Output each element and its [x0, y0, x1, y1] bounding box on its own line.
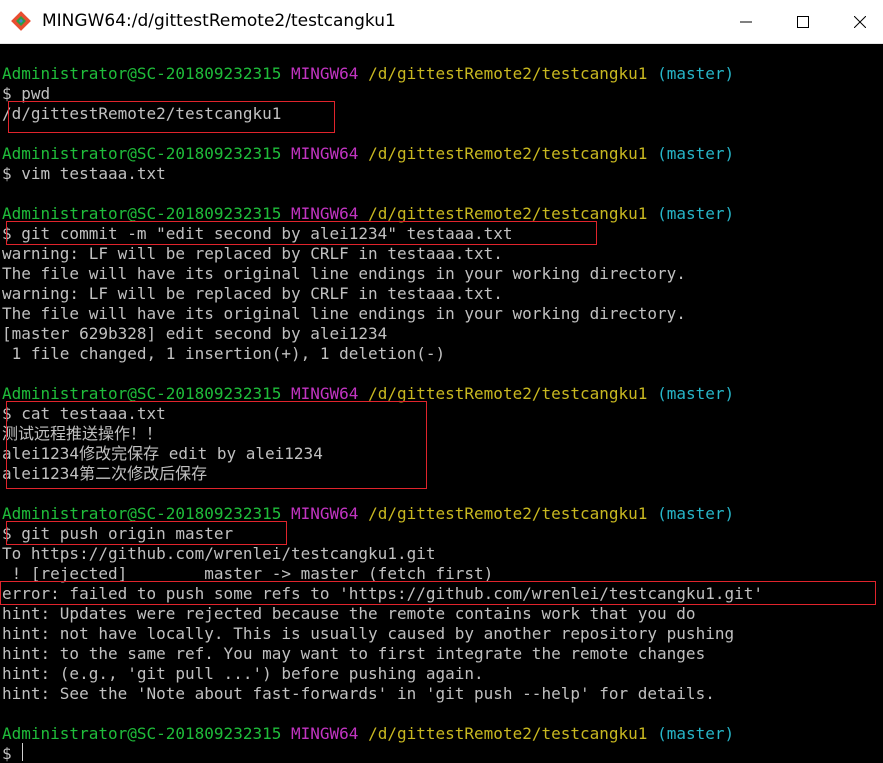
hint-line: hint: See the 'Note about fast-forwards'…: [2, 684, 715, 703]
output-line: The file will have its original line end…: [2, 264, 686, 283]
title-bar[interactable]: MINGW64:/d/gittestRemote2/testcangku1: [0, 0, 883, 44]
command-line: $ cat testaaa.txt: [2, 404, 166, 423]
hint-line: hint: to the same ref. You may want to f…: [2, 644, 706, 663]
hint-line: hint: Updates were rejected because the …: [2, 604, 696, 623]
prompt-line: Administrator@SC-201809232315 MINGW64 /d…: [2, 204, 735, 223]
close-icon: [854, 16, 866, 28]
command-line: $: [2, 744, 22, 763]
command-line: $ vim testaaa.txt: [2, 164, 166, 183]
output-line: 1 file changed, 1 insertion(+), 1 deleti…: [2, 344, 446, 363]
maximize-button[interactable]: [780, 0, 826, 44]
minimize-button[interactable]: [723, 0, 769, 44]
prompt-line: Administrator@SC-201809232315 MINGW64 /d…: [2, 504, 735, 523]
git-diamond-icon: [11, 11, 31, 31]
command-line: $ git commit -m "edit second by alei1234…: [2, 224, 513, 243]
output-line: 测试远程推送操作！！: [2, 424, 163, 443]
error-line: error: failed to push some refs to 'http…: [2, 584, 763, 603]
hint-line: hint: (e.g., 'git pull ...') before push…: [2, 664, 484, 683]
output-line: warning: LF will be replaced by CRLF in …: [2, 244, 503, 263]
output-line: [master 629b328] edit second by alei1234: [2, 324, 388, 343]
output-line: /d/gittestRemote2/testcangku1: [2, 104, 282, 123]
hint-line: hint: not have locally. This is usually …: [2, 624, 735, 643]
output-line: warning: LF will be replaced by CRLF in …: [2, 284, 503, 303]
minimize-icon: [740, 21, 752, 23]
prompt-line: Administrator@SC-201809232315 MINGW64 /d…: [2, 724, 735, 743]
output-line: alei1234修改完保存 edit by alei1234: [2, 444, 323, 463]
output-line: To https://github.com/wrenlei/testcangku…: [2, 544, 436, 563]
command-line: $ git push origin master: [2, 524, 234, 543]
close-button[interactable]: [837, 0, 883, 44]
text-cursor: [22, 743, 23, 761]
terminal-output[interactable]: Administrator@SC-201809232315 MINGW64 /d…: [0, 45, 883, 763]
prompt-line: Administrator@SC-201809232315 MINGW64 /d…: [2, 64, 735, 83]
output-line: alei1234第二次修改后保存: [2, 464, 208, 483]
output-line: The file will have its original line end…: [2, 304, 686, 323]
command-line: $ pwd: [2, 84, 51, 103]
prompt-line: Administrator@SC-201809232315 MINGW64 /d…: [2, 144, 735, 163]
terminal-window: MINGW64:/d/gittestRemote2/testcangku1 Ad…: [0, 0, 883, 763]
maximize-icon: [797, 16, 809, 28]
window-title: MINGW64:/d/gittestRemote2/testcangku1: [42, 11, 396, 31]
output-line: ! [rejected] master -> master (fetch fir…: [2, 564, 494, 583]
prompt-line: Administrator@SC-201809232315 MINGW64 /d…: [2, 384, 735, 403]
